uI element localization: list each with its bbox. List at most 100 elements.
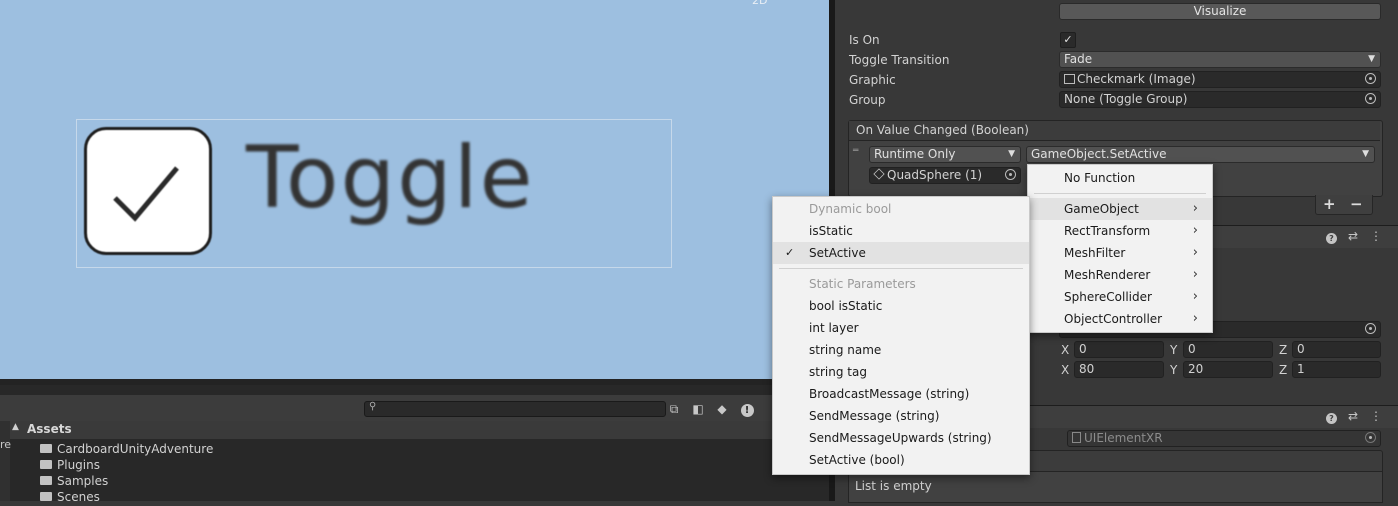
object-picker-icon[interactable] — [1365, 93, 1376, 104]
menu-item-label: No Function — [1064, 171, 1136, 185]
folder-item[interactable]: CardboardUnityAdventure — [40, 442, 213, 458]
menu-item-label: MeshRenderer — [1064, 268, 1151, 282]
menu-item-label: MeshFilter — [1064, 246, 1126, 260]
position-y-field[interactable]: 0 — [1183, 341, 1273, 358]
object-picker-icon — [1365, 432, 1376, 443]
search-input[interactable]: ⚲ — [364, 401, 666, 417]
filter-type-icon[interactable]: ◧ — [689, 400, 707, 418]
position-z-field[interactable]: 0 — [1292, 341, 1381, 358]
menu-item-spherecollider[interactable]: SphereCollider › — [1028, 286, 1212, 308]
image-icon — [1064, 73, 1075, 84]
chevron-right-icon: › — [1192, 289, 1198, 304]
checkmark-icon — [113, 166, 179, 222]
function-submenu: Dynamic bool isStatic ✓ SetActive Static… — [772, 196, 1030, 475]
chevron-right-icon: › — [1192, 245, 1198, 260]
toggle-label-text: Toggle — [246, 128, 535, 228]
list-buttons: + − — [1315, 195, 1373, 215]
presets-icon[interactable]: ⇄ — [1348, 229, 1358, 243]
component-menu: No Function GameObject › RectTransform › M… — [1027, 164, 1213, 333]
help-icon[interactable]: ? — [1326, 410, 1337, 424]
position-x-field[interactable]: 0 — [1074, 341, 1164, 358]
menu-item-label: int layer — [809, 321, 859, 335]
checkmark-icon: ✓ — [785, 246, 795, 259]
help-icon[interactable]: ? — [1326, 230, 1337, 244]
menu-item-gameobject[interactable]: GameObject › — [1028, 198, 1212, 220]
event-header-label: On Value Changed (Boolean) — [856, 123, 1029, 137]
graphic-field[interactable]: Checkmark (Image) — [1059, 71, 1381, 88]
group-label: Group — [849, 93, 886, 107]
group-value: None (Toggle Group) — [1064, 92, 1188, 106]
is-on-checkbox[interactable]: ✓ — [1060, 32, 1076, 48]
toggle-transition-dropdown[interactable]: Fade ▼ — [1059, 51, 1381, 68]
folder-label: CardboardUnityAdventure — [57, 442, 214, 456]
runtime-dropdown[interactable]: Runtime Only ▼ — [869, 146, 1021, 163]
menu-item-bool-isstatic[interactable]: bool isStatic — [773, 295, 1029, 317]
menu-header-static: Static Parameters — [773, 273, 1029, 295]
graphic-value: Checkmark (Image) — [1077, 72, 1196, 86]
remove-event-button[interactable]: − — [1350, 195, 1363, 213]
menu-item-isstatic[interactable]: isStatic — [773, 220, 1029, 242]
group-field[interactable]: None (Toggle Group) — [1059, 91, 1381, 108]
size-y-field[interactable]: 20 — [1183, 361, 1273, 378]
add-event-button[interactable]: + — [1323, 195, 1336, 213]
toggle-transition-label: Toggle Transition — [849, 53, 950, 67]
x-label: X — [1061, 343, 1070, 357]
menu-item-meshfilter[interactable]: MeshFilter › — [1028, 242, 1212, 264]
label-tag-icon[interactable]: ◆ — [713, 400, 731, 418]
list-body: List is empty — [848, 471, 1383, 503]
is-on-label: Is On — [849, 33, 880, 47]
folder-label: Samples — [57, 474, 109, 488]
menu-item-string-name[interactable]: string name — [773, 339, 1029, 361]
menu-item-label: bool isStatic — [809, 299, 883, 313]
kebab-menu-icon[interactable]: ⋮ — [1370, 229, 1382, 243]
list-empty-label: List is empty — [855, 479, 932, 493]
drag-handle-icon[interactable]: ═ — [853, 147, 862, 156]
script-icon — [1072, 432, 1081, 443]
assets-label: Assets — [27, 422, 72, 436]
folder-item[interactable]: Scenes — [40, 490, 100, 506]
size-x-field[interactable]: 80 — [1074, 361, 1164, 378]
menu-item-setactive[interactable]: ✓ SetActive — [773, 242, 1029, 264]
toggle-transition-value: Fade — [1064, 52, 1093, 66]
menu-item-label: string tag — [809, 365, 867, 379]
folder-item[interactable]: Samples — [40, 474, 108, 490]
object-picker-icon[interactable] — [1005, 169, 1016, 180]
menu-item-broadcastmessage[interactable]: BroadcastMessage (string) — [773, 383, 1029, 405]
presets-icon[interactable]: ⇄ — [1348, 409, 1358, 423]
favorites-strip: re — [0, 421, 11, 501]
menu-separator — [1034, 193, 1206, 194]
target-object-field[interactable]: QuadSphere (1) — [869, 167, 1021, 184]
chevron-down-icon: ▼ — [1368, 54, 1375, 64]
menu-item-meshrenderer[interactable]: MeshRenderer › — [1028, 264, 1212, 286]
menu-item-string-tag[interactable]: string tag — [773, 361, 1029, 383]
menu-item-recttransform[interactable]: RectTransform › — [1028, 220, 1212, 242]
alert-icon[interactable]: ! — [738, 400, 756, 418]
object-picker-icon[interactable] — [1365, 323, 1376, 334]
menu-item-int-layer[interactable]: int layer — [773, 317, 1029, 339]
menu-item-label: SetActive (bool) — [809, 453, 905, 467]
kebab-menu-icon[interactable]: ⋮ — [1370, 409, 1382, 423]
function-dropdown[interactable]: GameObject.SetActive ▼ — [1026, 146, 1375, 163]
toggle-checkbox-graphic — [84, 127, 212, 255]
runtime-value: Runtime Only — [874, 147, 956, 161]
chevron-down-icon: ▼ — [1008, 149, 1015, 159]
menu-separator — [779, 268, 1023, 269]
chevron-down-icon: ▼ — [1362, 149, 1369, 159]
scene-search-icon[interactable]: ⧉ — [665, 400, 683, 418]
menu-item-objectcontroller[interactable]: ObjectController › — [1028, 308, 1212, 330]
menu-header-label: Dynamic bool — [809, 202, 892, 216]
object-picker-icon[interactable] — [1365, 73, 1376, 84]
size-z-field[interactable]: 1 — [1292, 361, 1381, 378]
assets-header[interactable]: ▲ Assets — [10, 421, 829, 439]
menu-item-sendmessageupwards[interactable]: SendMessageUpwards (string) — [773, 427, 1029, 449]
folder-icon — [40, 476, 52, 485]
folder-item[interactable]: Plugins — [40, 458, 100, 474]
menu-item-sendmessage[interactable]: SendMessage (string) — [773, 405, 1029, 427]
menu-item-setactive-bool[interactable]: SetActive (bool) — [773, 449, 1029, 471]
script-value: UIElementXR — [1084, 431, 1163, 445]
x-label: X — [1061, 363, 1070, 377]
visualize-button[interactable]: Visualize — [1059, 3, 1381, 20]
menu-item-label: RectTransform — [1064, 224, 1151, 238]
menu-item-no-function[interactable]: No Function — [1028, 167, 1212, 189]
collapse-arrow-icon[interactable]: ▲ — [12, 422, 19, 432]
